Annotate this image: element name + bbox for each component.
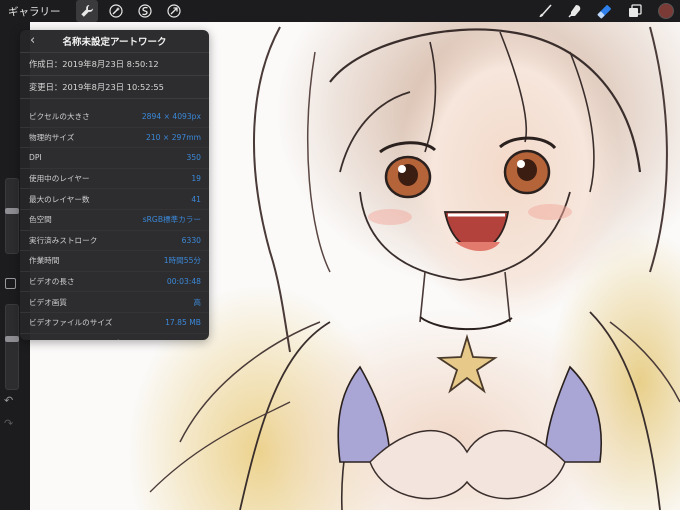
layers-icon[interactable] [624, 0, 646, 22]
brush-size-slider-thumb[interactable] [5, 207, 19, 214]
gallery-button[interactable]: ギャラリー [8, 4, 61, 19]
property-value: 1時間55分 [163, 256, 201, 266]
property-row: 最大のレイヤー数 41 [20, 189, 209, 210]
property-label: イメージファイルのサイズ [29, 338, 120, 340]
magic-wand-icon[interactable] [105, 0, 127, 22]
property-row: DPI 350 [20, 148, 209, 169]
property-value: 210 × 297mm [146, 132, 201, 142]
property-label: 作業時間 [29, 256, 60, 266]
property-value: 19 [191, 174, 201, 184]
artwork-info-panel: ‹ 名称未設定アートワーク 作成日：2019年8月23日 8:50:12 変更日… [20, 30, 209, 340]
undo-icon[interactable]: ↶ [4, 394, 13, 407]
selection-icon[interactable] [134, 0, 156, 22]
modified-date: 変更日：2019年8月23日 10:52:55 [20, 76, 209, 99]
eraser-icon[interactable] [594, 0, 616, 22]
transform-arrow-icon[interactable] [163, 0, 185, 22]
smudge-icon[interactable] [564, 0, 586, 22]
property-label: 実行済みストローク [29, 235, 98, 245]
property-row: ビデオファイルのサイズ 17.85 MB [20, 313, 209, 334]
property-value: 6330 [181, 235, 201, 245]
property-row: 色空間 sRGB標準カラー [20, 210, 209, 231]
property-label: 使用中のレイヤー [29, 174, 90, 184]
property-row: イメージファイルのサイズ 66.16 MB [20, 334, 209, 340]
property-row: 作業時間 1時間55分 [20, 251, 209, 272]
property-row: 使用中のレイヤー 19 [20, 169, 209, 190]
property-label: ビデオの長さ [29, 277, 75, 287]
property-value: 00:03:48 [166, 277, 201, 287]
brush-size-slider[interactable] [5, 178, 19, 254]
property-value: 350 [186, 153, 202, 163]
back-chevron-icon[interactable]: ‹ [30, 33, 35, 48]
opacity-slider[interactable] [5, 304, 19, 390]
property-label: ビデオ画質 [29, 297, 67, 307]
property-row: ピクセルの大きさ 2894 × 4093px [20, 107, 209, 128]
property-label: 最大のレイヤー数 [29, 194, 90, 204]
property-row: ビデオ画質 高 [20, 292, 209, 313]
property-label: 物理的サイズ [29, 132, 75, 142]
panel-title: 名称未設定アートワーク [62, 37, 167, 48]
property-value: 17.85 MB [165, 318, 201, 328]
modify-button[interactable] [5, 278, 16, 289]
toolbar-right-group [526, 0, 674, 22]
created-date: 作成日：2019年8月23日 8:50:12 [20, 53, 209, 76]
property-row: ビデオの長さ 00:03:48 [20, 272, 209, 293]
property-label: ビデオファイルのサイズ [29, 318, 113, 328]
redo-icon[interactable]: ↷ [4, 417, 13, 430]
current-color-swatch[interactable] [658, 3, 674, 19]
brush-icon[interactable] [534, 0, 556, 22]
property-value: 2894 × 4093px [141, 112, 201, 122]
property-row: 実行済みストローク 6330 [20, 231, 209, 252]
property-value: 高 [193, 297, 201, 307]
property-value: sRGB標準カラー [142, 215, 201, 225]
property-row: 物理的サイズ 210 × 297mm [20, 128, 209, 149]
opacity-slider-thumb[interactable] [5, 336, 19, 343]
property-list: ピクセルの大きさ 2894 × 4093px 物理的サイズ 210 × 297mm DP… [20, 107, 209, 340]
property-label: DPI [29, 153, 42, 163]
property-label: 色空間 [29, 215, 52, 225]
property-label: ピクセルの大きさ [29, 112, 90, 122]
property-value: 66.16 MB [165, 339, 201, 340]
property-value: 41 [191, 194, 201, 204]
panel-header: ‹ 名称未設定アートワーク [20, 30, 209, 53]
actions-wrench-icon[interactable] [75, 0, 98, 22]
top-toolbar: ギャラリー [0, 0, 680, 22]
